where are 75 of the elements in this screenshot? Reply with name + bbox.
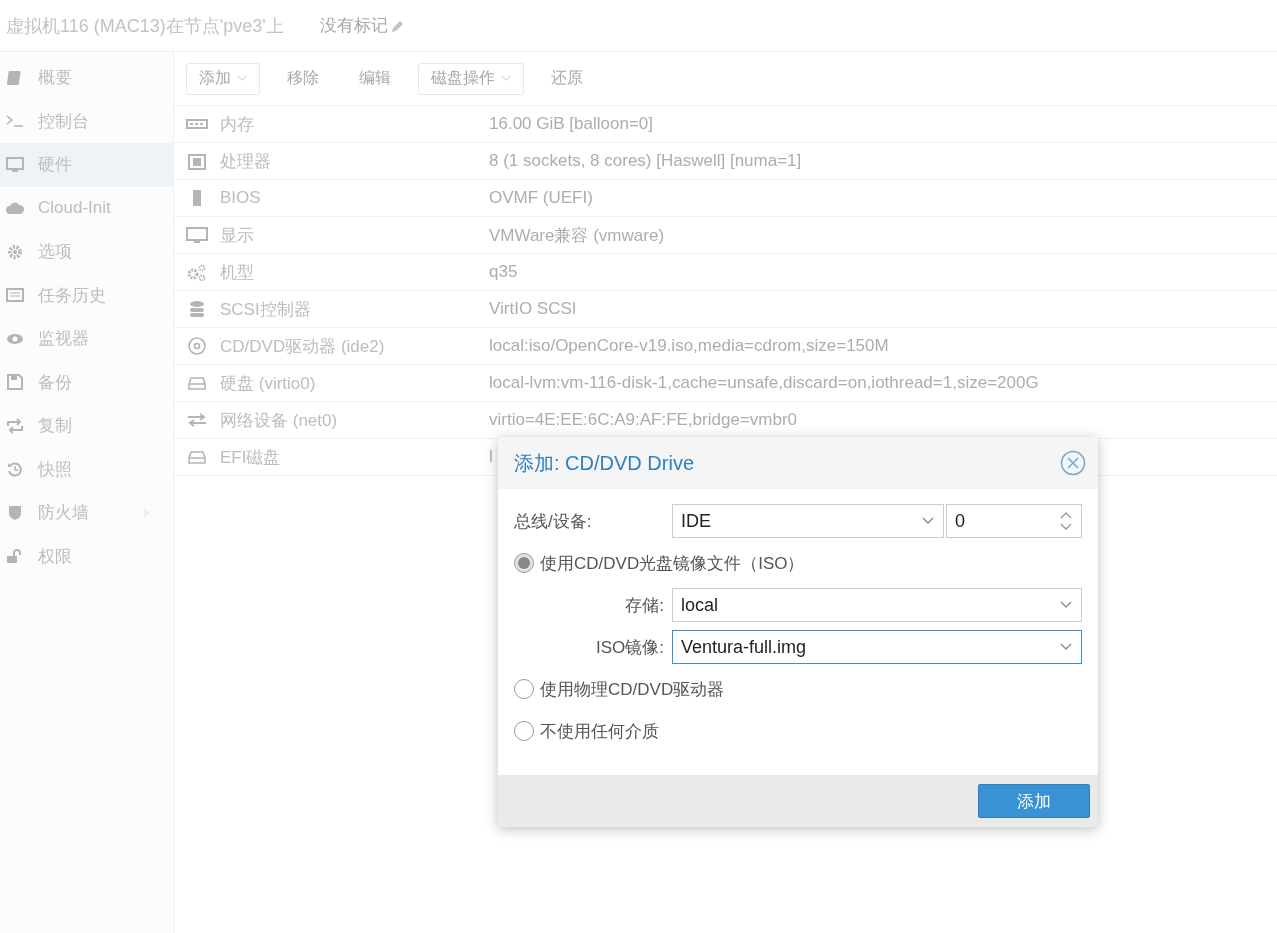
hardware-value: virtio=4E:EE:6C:A9:AF:FE,bridge=vmbr0 (489, 410, 798, 430)
radio-option[interactable]: 使用CD/DVD光盘镜像文件（ISO） (514, 545, 1082, 581)
monitor-icon (186, 226, 208, 244)
hardware-value: 16.00 GiB [balloon=0] (489, 114, 653, 134)
floppy-icon (6, 373, 24, 392)
hardware-name: 机型 (220, 261, 255, 284)
radio-icon[interactable] (514, 721, 534, 741)
hardware-name: 显示 (220, 224, 255, 247)
hardware-value: l (489, 447, 493, 467)
caret-icon (501, 75, 511, 82)
hardware-value: VirtIO SCSI (489, 299, 577, 319)
hardware-value: 8 (1 sockets, 8 cores) [Haswell] [numa=1] (489, 151, 802, 171)
hardware-name: BIOS (220, 188, 262, 208)
sidebar-item[interactable]: 防火墙 (0, 491, 173, 535)
pencil-icon (390, 18, 405, 33)
toolbar-button[interactable]: 还原 (538, 62, 596, 95)
device-spinner[interactable]: 0 (946, 504, 1082, 538)
sidebar-item[interactable]: 控制台 (0, 99, 173, 143)
disc-icon (186, 337, 208, 355)
field-label: ISO镜像: (595, 636, 665, 659)
hardware-value: local-lvm:vm-116-disk-1,cache=unsafe,discard=on,iothread=1,size=200G (489, 373, 1039, 393)
repeat-icon (6, 416, 24, 435)
select-field[interactable]: local (672, 588, 1082, 622)
sidebar-item[interactable]: 复制 (0, 404, 173, 448)
hardware-name: EFI磁盘 (220, 446, 282, 469)
add-button[interactable]: 添加 (978, 784, 1090, 818)
toolbar-button[interactable]: 编辑 (346, 62, 404, 95)
sidebar-item[interactable]: Cloud-Init (0, 186, 173, 230)
hardware-value: OVMF (UEFI) (489, 188, 593, 208)
shield-icon (6, 503, 24, 522)
list-icon (6, 286, 24, 305)
sidebar-item[interactable]: 硬件 (0, 143, 173, 187)
toolbar-button[interactable]: 添加 (186, 62, 260, 95)
radio-icon[interactable] (514, 679, 534, 699)
hardware-value: local:iso/OpenCore-v19.iso,media=cdrom,size=150M (489, 336, 889, 356)
hardware-value: q35 (489, 262, 518, 282)
chevron-icon (921, 516, 935, 526)
hardware-name: 处理器 (220, 150, 272, 173)
hardware-name: 硬盘 (virtio0) (220, 372, 317, 395)
close-icon[interactable] (1060, 450, 1086, 476)
sidebar-item[interactable]: 权限 (0, 534, 173, 578)
hardware-name: 网络设备 (net0) (220, 409, 339, 432)
field-label: 总线/设备: (514, 510, 593, 533)
dialog-title: 添加: CD/DVD Drive (514, 450, 694, 476)
hardware-name: SCSI控制器 (220, 298, 312, 321)
hardware-value: VMWare兼容 (vmware) (489, 224, 665, 247)
hardware-name: 内存 (220, 113, 255, 136)
cpu-icon (186, 152, 208, 170)
history-icon (6, 460, 24, 479)
tags-link[interactable]: 没有标记 (319, 14, 405, 37)
drive-icon (186, 374, 208, 392)
field-label: 存储: (624, 594, 665, 617)
page-title: 虚拟机116 (MAC13)在节点'pve3'上 (6, 14, 284, 38)
bus-select[interactable]: IDE (672, 504, 944, 538)
chevron-icon (1059, 600, 1073, 610)
hardware-name: CD/DVD驱动器 (ide2) (220, 335, 386, 358)
toolbar-button[interactable]: 移除 (274, 62, 332, 95)
chevron-icon (1059, 642, 1073, 652)
drive-icon (186, 448, 208, 466)
sidebar-item[interactable]: 快照 (0, 447, 173, 491)
spinner-arrows-icon (1059, 510, 1073, 532)
sidebar-item[interactable]: 选项 (0, 230, 173, 274)
sidebar-item[interactable]: 任务历史 (0, 273, 173, 317)
unlock-icon (6, 547, 24, 566)
radio-icon[interactable] (514, 553, 534, 573)
select-field[interactable]: Ventura-full.img (672, 630, 1082, 664)
arrows-icon (186, 411, 208, 429)
radio-option[interactable]: 不使用任何介质 (514, 713, 1082, 749)
sidebar-item[interactable]: 监视器 (0, 317, 173, 361)
sidebar-item[interactable]: 概要 (0, 56, 173, 100)
monitor-icon (6, 155, 24, 174)
toolbar-button[interactable]: 磁盘操作 (418, 62, 524, 95)
radio-option[interactable]: 使用物理CD/DVD驱动器 (514, 671, 1082, 707)
caret-icon (237, 75, 247, 82)
sidebar-item[interactable]: 备份 (0, 360, 173, 404)
